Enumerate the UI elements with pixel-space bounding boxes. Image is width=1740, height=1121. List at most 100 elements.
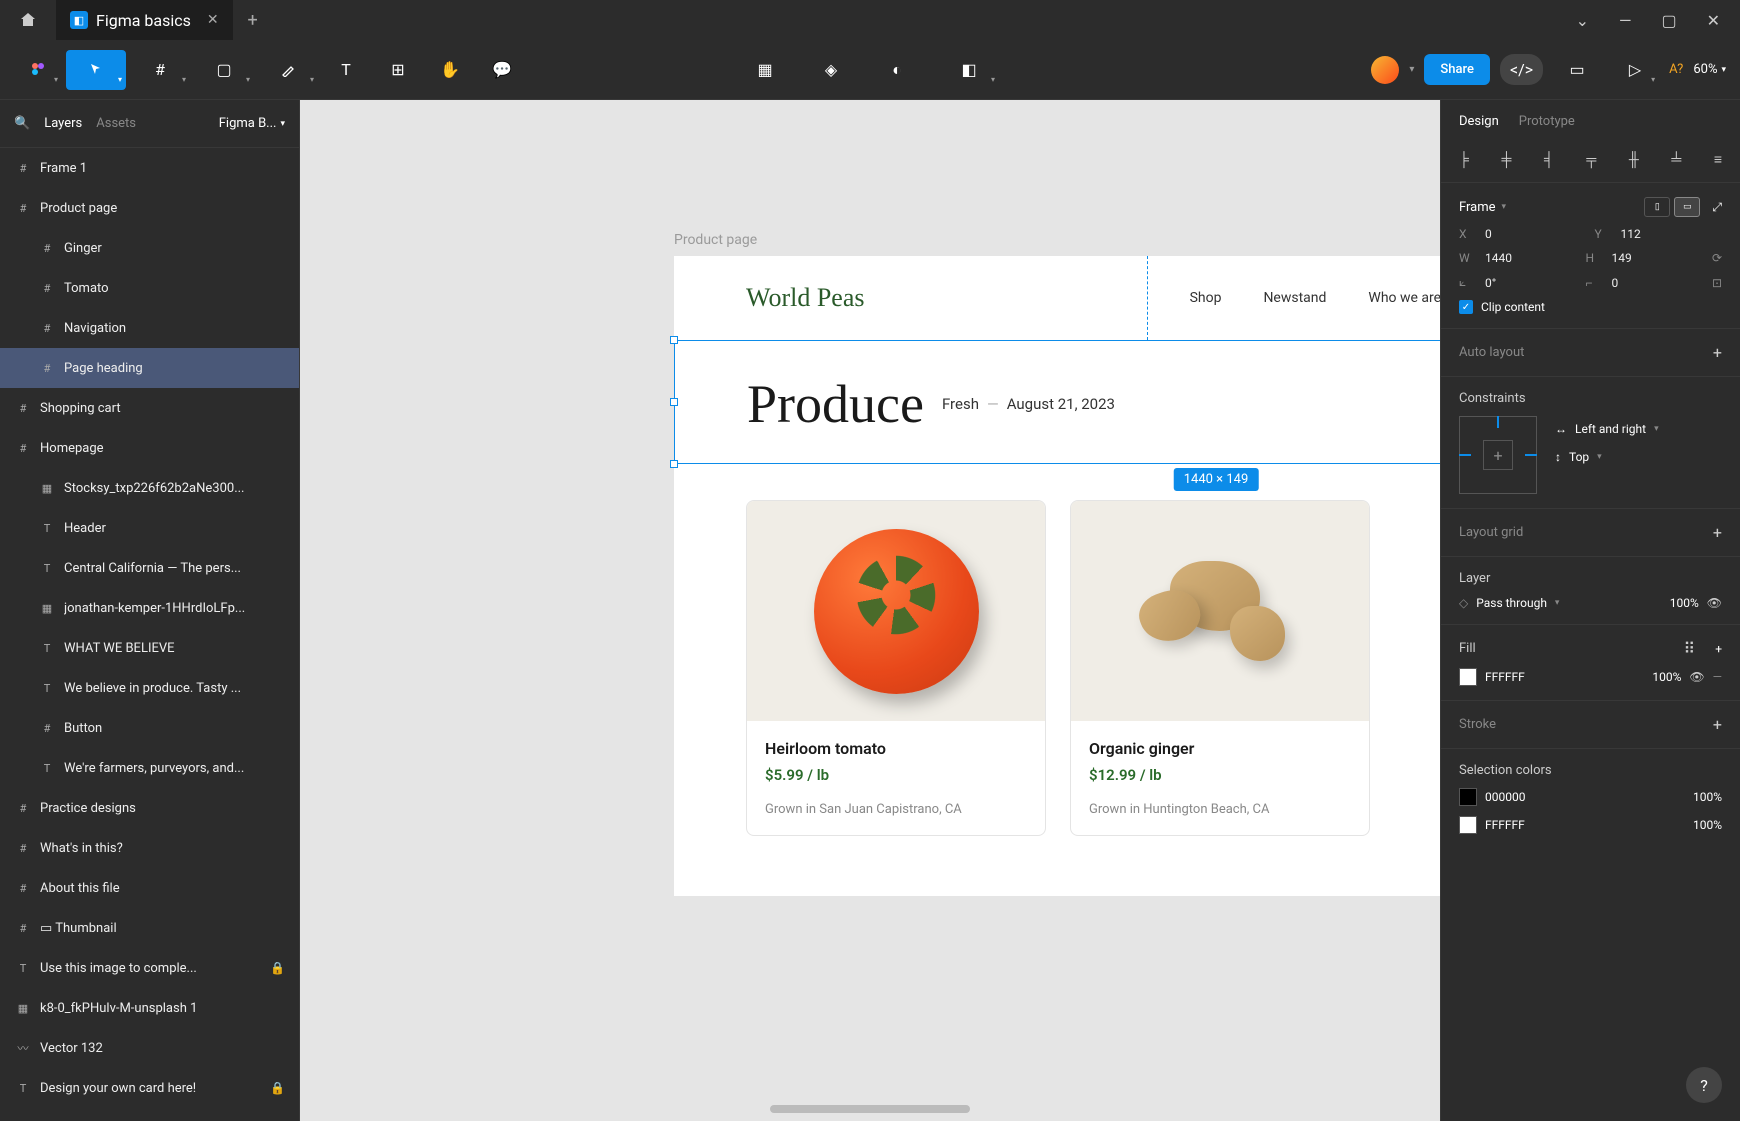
text-tool[interactable]: T bbox=[322, 50, 370, 90]
fill-hex-input[interactable]: FFFFFF bbox=[1485, 670, 1525, 684]
component-tool[interactable]: ▦ bbox=[741, 50, 789, 90]
opacity-input[interactable]: 100% bbox=[1670, 596, 1699, 610]
help-button[interactable]: ? bbox=[1686, 1067, 1722, 1103]
page-heading-selection[interactable]: Produce Fresh—August 21, 2023 Default A-… bbox=[674, 340, 1440, 464]
lock-icon[interactable]: 🔒 bbox=[270, 961, 285, 975]
product-page-frame[interactable]: World Peas Shop Newstand Who we are My p… bbox=[674, 256, 1440, 896]
mask-tool[interactable]: ◈ bbox=[807, 50, 855, 90]
union-tool[interactable]: ◧▾ bbox=[939, 50, 999, 90]
assets-tab[interactable]: Assets bbox=[96, 116, 136, 131]
layer-row[interactable]: ▦Stocksy_txp226f62b2aNe300... bbox=[0, 468, 299, 508]
radius-input[interactable]: 0 bbox=[1611, 276, 1671, 290]
frame-type-selector[interactable]: Frame▾ bbox=[1459, 200, 1506, 215]
layer-row[interactable]: #Practice designs bbox=[0, 788, 299, 828]
constraints-widget[interactable]: + bbox=[1459, 416, 1537, 494]
align-vcenter-icon[interactable]: ╫ bbox=[1629, 151, 1639, 168]
library-button[interactable]: ▭ bbox=[1553, 50, 1601, 90]
frame-label[interactable]: Product page bbox=[674, 232, 757, 248]
add-auto-layout-button[interactable]: + bbox=[1713, 343, 1722, 362]
landscape-button[interactable]: ▭ bbox=[1674, 197, 1700, 217]
rotation-input[interactable]: 0° bbox=[1485, 276, 1545, 290]
frame-tool[interactable]: #▾ bbox=[130, 50, 190, 90]
horizontal-scrollbar[interactable] bbox=[770, 1105, 970, 1113]
present-button[interactable]: ▷▾ bbox=[1611, 50, 1659, 90]
new-tab-button[interactable]: + bbox=[233, 10, 273, 31]
layer-row[interactable]: #About this file bbox=[0, 868, 299, 908]
visibility-icon[interactable]: 👁 bbox=[1689, 670, 1704, 684]
align-bottom-icon[interactable]: ╧ bbox=[1671, 151, 1681, 168]
zoom-control[interactable]: 60%▾ bbox=[1693, 62, 1726, 77]
align-hcenter-icon[interactable]: ╪ bbox=[1501, 151, 1511, 168]
chevron-down-icon[interactable]: ⌄ bbox=[1576, 11, 1589, 30]
hand-tool[interactable]: ✋ bbox=[426, 50, 474, 90]
add-stroke-button[interactable]: + bbox=[1713, 715, 1722, 734]
color-swatch[interactable] bbox=[1459, 788, 1477, 806]
fill-swatch[interactable] bbox=[1459, 668, 1477, 686]
boolean-tool[interactable]: ◐ bbox=[873, 50, 921, 90]
missing-fonts-badge[interactable]: A? bbox=[1669, 62, 1683, 77]
align-top-icon[interactable]: ╤ bbox=[1586, 151, 1596, 168]
link-wh-icon[interactable]: ⟳ bbox=[1712, 251, 1722, 265]
fill-opacity-input[interactable]: 100% bbox=[1652, 670, 1681, 684]
h-constraint-select[interactable]: Left and right bbox=[1575, 422, 1646, 436]
clip-content-checkbox[interactable]: ✓ bbox=[1459, 300, 1473, 314]
shape-tool[interactable]: ▢▾ bbox=[194, 50, 254, 90]
layer-row[interactable]: 〰Vector 132 bbox=[0, 1028, 299, 1068]
home-button[interactable] bbox=[0, 0, 56, 40]
layer-row[interactable]: #Homepage bbox=[0, 428, 299, 468]
add-fill-button[interactable]: + bbox=[1715, 642, 1722, 656]
layer-row[interactable]: #Tomato bbox=[0, 268, 299, 308]
avatar[interactable] bbox=[1371, 56, 1399, 84]
layer-row[interactable]: #What's in this? bbox=[0, 828, 299, 868]
portrait-button[interactable]: ▯ bbox=[1644, 197, 1670, 217]
add-grid-button[interactable]: + bbox=[1713, 523, 1722, 542]
resize-fit-icon[interactable]: ⤢ bbox=[1712, 200, 1722, 215]
remove-fill-button[interactable]: — bbox=[1713, 670, 1722, 684]
file-tab[interactable]: ◧ Figma basics ✕ bbox=[56, 0, 233, 40]
selection-handle[interactable] bbox=[670, 460, 678, 468]
layer-row[interactable]: TCentral California — The pers... bbox=[0, 548, 299, 588]
canvas[interactable]: Product page World Peas Shop Newstand Wh… bbox=[300, 100, 1440, 1121]
comment-tool[interactable]: 💬 bbox=[478, 50, 526, 90]
resources-tool[interactable]: ⊞ bbox=[374, 50, 422, 90]
page-selector[interactable]: Figma B...▾ bbox=[219, 116, 285, 131]
main-menu-button[interactable]: ▾ bbox=[14, 50, 62, 90]
chevron-down-icon[interactable]: ▾ bbox=[1409, 64, 1414, 75]
layer-row[interactable]: #Ginger bbox=[0, 228, 299, 268]
blend-mode-select[interactable]: Pass through bbox=[1476, 596, 1547, 610]
layer-row[interactable]: #Navigation bbox=[0, 308, 299, 348]
distribute-icon[interactable]: ≡ bbox=[1714, 151, 1722, 168]
style-picker-icon[interactable]: ⠿ bbox=[1683, 639, 1695, 658]
layer-row[interactable]: #▭ Thumbnail bbox=[0, 908, 299, 948]
layer-row[interactable]: TWe're farmers, purveyors, and... bbox=[0, 748, 299, 788]
layer-row[interactable]: TWe believe in produce. Tasty ... bbox=[0, 668, 299, 708]
align-right-icon[interactable]: ╡ bbox=[1544, 151, 1554, 168]
layer-row[interactable]: #Frame 1 bbox=[0, 148, 299, 188]
layer-row[interactable]: TDesign your own card here!🔒 bbox=[0, 1068, 299, 1108]
share-button[interactable]: Share bbox=[1424, 54, 1490, 85]
layer-row[interactable]: ▦jonathan-kemper-1HHrdIoLFp... bbox=[0, 588, 299, 628]
selection-handle[interactable] bbox=[670, 398, 678, 406]
close-window-icon[interactable]: ✕ bbox=[1707, 11, 1720, 30]
layer-row[interactable]: TUse this image to comple...🔒 bbox=[0, 948, 299, 988]
lock-icon[interactable]: 🔒 bbox=[270, 1081, 285, 1095]
pen-tool[interactable]: ▾ bbox=[258, 50, 318, 90]
layer-row[interactable]: #Page heading bbox=[0, 348, 299, 388]
y-input[interactable]: 112 bbox=[1621, 227, 1681, 241]
layer-row[interactable]: #Shopping cart bbox=[0, 388, 299, 428]
dev-mode-toggle[interactable]: </> bbox=[1500, 54, 1543, 85]
prototype-tab[interactable]: Prototype bbox=[1519, 114, 1575, 129]
align-left-icon[interactable]: ╞ bbox=[1459, 151, 1469, 168]
h-input[interactable]: 149 bbox=[1611, 251, 1671, 265]
layer-row[interactable]: THeader bbox=[0, 508, 299, 548]
minimize-icon[interactable]: — bbox=[1619, 11, 1632, 30]
search-icon[interactable]: 🔍 bbox=[14, 116, 30, 131]
color-swatch[interactable] bbox=[1459, 816, 1477, 834]
layers-tab[interactable]: Layers bbox=[44, 116, 82, 131]
independent-corners-icon[interactable]: ⊡ bbox=[1712, 276, 1722, 290]
visibility-icon[interactable]: 👁 bbox=[1707, 596, 1722, 610]
layer-row[interactable]: #Product page bbox=[0, 188, 299, 228]
layer-row[interactable]: TWHAT WE BELIEVE bbox=[0, 628, 299, 668]
selection-handle[interactable] bbox=[670, 336, 678, 344]
layer-row[interactable]: #Button bbox=[0, 708, 299, 748]
